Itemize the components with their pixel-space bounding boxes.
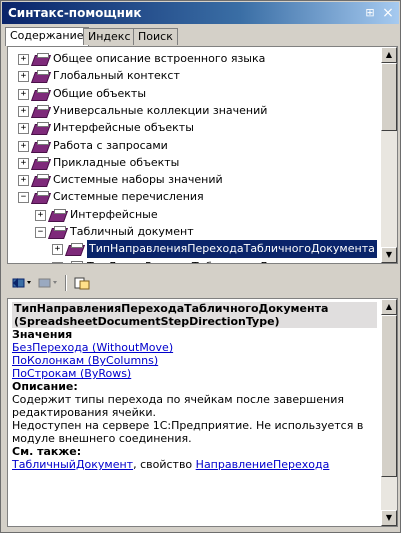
tree-item[interactable]: + ТипНаправленияПереходаТабличногоДокумен…: [8, 239, 378, 260]
scroll-thumb[interactable]: [381, 315, 397, 477]
book-icon: [30, 70, 52, 84]
tree-item-label[interactable]: ТипНаправленияПереходаТабличногоДокумент…: [86, 239, 378, 260]
tree-item[interactable]: + Интерфейсные объекты: [8, 119, 378, 137]
pin-icon[interactable]: ⊞: [362, 5, 378, 21]
book-icon: [64, 243, 86, 257]
collapse-icon[interactable]: −: [35, 227, 46, 238]
forward-arrow-icon[interactable]: [37, 275, 59, 291]
description-text: Содержит типы перехода по ячейкам после …: [12, 393, 344, 419]
tab-contents[interactable]: Содержание: [5, 27, 89, 46]
availability-text: Недоступен на сервере 1С:Предприятие. Не…: [12, 419, 364, 445]
see-also-line: ТабличныйДокумент, свойство НаправлениеП…: [12, 458, 330, 471]
description-header: Описание:: [12, 380, 78, 393]
tree-scrollbar[interactable]: ▲ ▼: [381, 47, 397, 263]
book-icon: [47, 208, 69, 222]
expand-icon[interactable]: +: [18, 157, 29, 169]
close-icon[interactable]: ×: [380, 5, 396, 21]
tree-item[interactable]: − Системные перечисления: [8, 188, 378, 206]
book-icon: [30, 104, 52, 118]
book-icon: [30, 139, 52, 153]
tree-item-label[interactable]: Интерфейсные: [70, 206, 158, 224]
scroll-down-icon[interactable]: ▼: [381, 510, 397, 526]
values-header: Значения: [12, 328, 73, 341]
scroll-up-icon[interactable]: ▲: [381, 299, 397, 315]
expand-icon[interactable]: +: [18, 88, 29, 100]
window-title: Синтакс-помощник: [8, 6, 142, 20]
scroll-thumb[interactable]: [381, 63, 397, 131]
expand-icon[interactable]: +: [18, 140, 29, 152]
value-link[interactable]: БезПерехода (WithoutMove): [12, 341, 377, 354]
tab-search[interactable]: Поиск: [133, 28, 178, 45]
tree-item[interactable]: + Общие объекты: [8, 85, 378, 103]
tree-item-label[interactable]: Общие объекты: [53, 85, 146, 103]
tree-item[interactable]: − Табличный документ: [8, 223, 378, 241]
article-scrollbar[interactable]: ▲ ▼: [381, 299, 397, 526]
tree-item[interactable]: + Системные наборы значений: [8, 171, 378, 189]
title-bar: Синтакс-помощник ⊞ ×: [2, 2, 399, 24]
tree-item[interactable]: + Глобальный контекст: [8, 67, 378, 85]
tree-item-label[interactable]: Табличный документ: [70, 223, 194, 241]
expand-icon[interactable]: +: [18, 175, 29, 187]
article-title: ТипНаправленияПереходаТабличногоДокумент…: [12, 302, 377, 328]
tree-item[interactable]: + Общее описание встроенного языка: [8, 50, 378, 68]
tree-item-label[interactable]: Системные наборы значений: [53, 171, 223, 189]
book-icon: [30, 156, 52, 170]
tree-item-label[interactable]: Прикладные объекты: [53, 154, 179, 172]
book-icon: [47, 226, 69, 239]
value-link[interactable]: ПоСтрокам (ByRows): [12, 367, 377, 380]
article-pane: ТипНаправленияПереходаТабличногоДокумент…: [7, 298, 398, 527]
tree-item[interactable]: + Работа с запросами: [8, 137, 378, 155]
book-icon: [30, 122, 52, 136]
expand-icon[interactable]: +: [35, 209, 46, 221]
tree-item-label[interactable]: Глобальный контекст: [53, 67, 180, 85]
book-icon: [30, 53, 52, 66]
tree-item-label[interactable]: Системные перечисления: [53, 188, 204, 206]
toolbar-separator: [65, 275, 67, 291]
collapse-icon[interactable]: −: [18, 192, 29, 204]
expand-icon[interactable]: +: [18, 54, 29, 65]
expand-icon[interactable]: +: [18, 105, 29, 117]
sync-tree-icon[interactable]: [73, 275, 91, 291]
tree-item[interactable]: + Интерфейсные: [8, 206, 378, 224]
expand-icon[interactable]: +: [18, 123, 29, 135]
book-icon: [30, 174, 52, 188]
see-also-link-spreadsheet[interactable]: ТабличныйДокумент: [12, 458, 133, 471]
see-also-link-direction[interactable]: НаправлениеПерехода: [196, 458, 330, 471]
see-also-header: См. также:: [12, 445, 82, 458]
tree-item-label[interactable]: Работа с запросами: [53, 137, 168, 155]
back-arrow-icon[interactable]: [11, 275, 33, 291]
book-icon: [30, 191, 52, 205]
expand-icon[interactable]: +: [52, 244, 63, 256]
contents-tree: + Общее описание встроенного языка + Глобал…: [7, 46, 398, 264]
value-link[interactable]: ПоКолонкам (ByColumns): [12, 354, 377, 367]
syntax-helper-window: Синтакс-помощник ⊞ × Содержание Индекс П…: [0, 0, 401, 533]
navigation-toolbar: [7, 271, 396, 295]
tree-item[interactable]: + Универсальные коллекции значений: [8, 102, 378, 120]
book-icon: [30, 87, 52, 101]
tree-item-label[interactable]: Универсальные коллекции значений: [53, 102, 267, 120]
scroll-down-icon[interactable]: ▼: [381, 247, 397, 263]
tree-item-label[interactable]: Интерфейсные объекты: [53, 119, 194, 137]
tab-index[interactable]: Индекс: [83, 28, 136, 45]
tree-item-label[interactable]: Общее описание встроенного языка: [53, 50, 265, 68]
expand-icon[interactable]: +: [18, 71, 29, 83]
panel-splitter[interactable]: [7, 264, 396, 268]
scroll-up-icon[interactable]: ▲: [381, 47, 397, 63]
tree-item[interactable]: + Прикладные объекты: [8, 154, 378, 172]
